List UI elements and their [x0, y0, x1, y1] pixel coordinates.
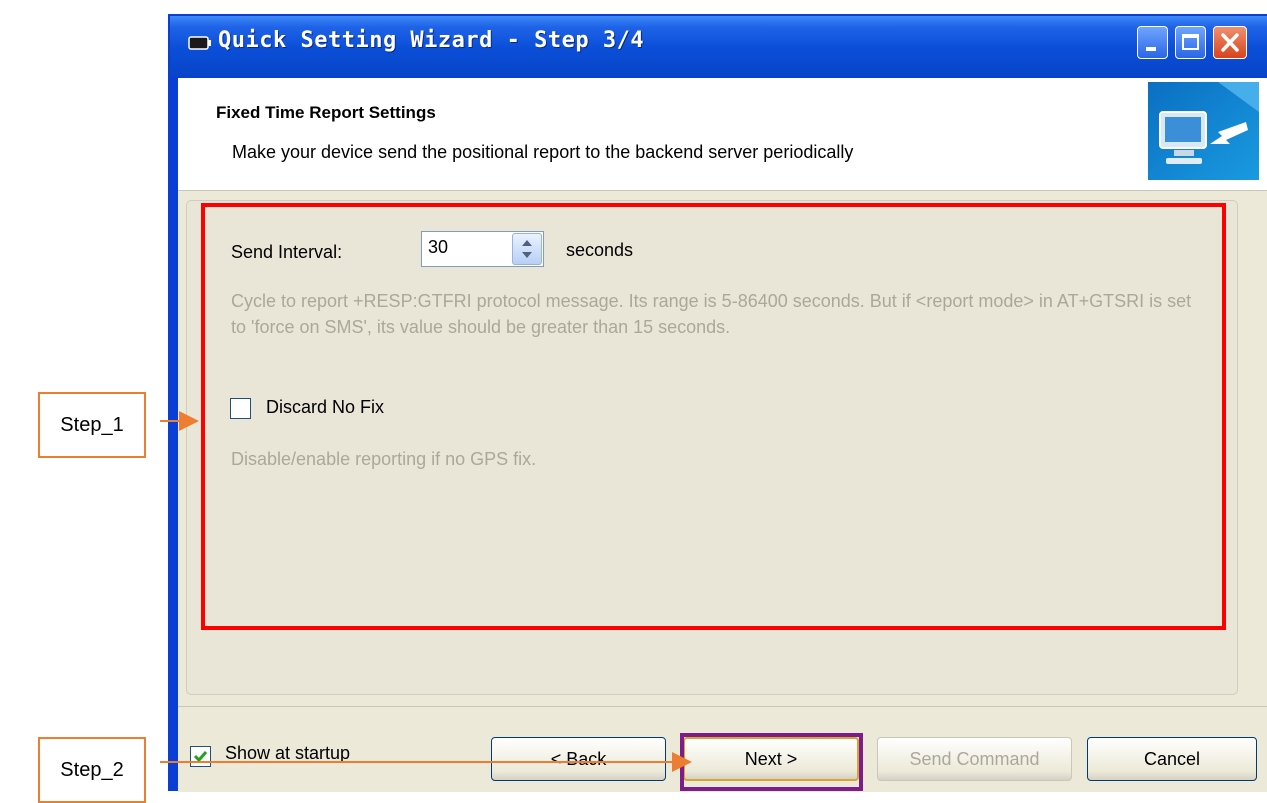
- annotation-arrows: [160, 411, 692, 772]
